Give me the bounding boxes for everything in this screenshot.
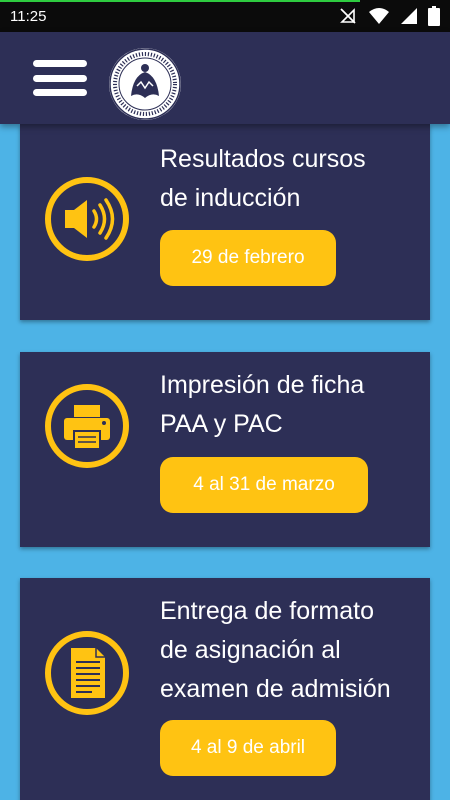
signal-off-icon: [338, 6, 358, 26]
battery-icon: [428, 6, 440, 26]
card-title: Entrega de formato de asignación al exam…: [160, 597, 391, 703]
status-icons: [338, 6, 440, 26]
date-button[interactable]: 29 de febrero: [160, 230, 336, 286]
card-title: Resultados cursos de inducción: [160, 145, 366, 212]
app-bar: [0, 32, 450, 124]
status-progress-line: [0, 0, 360, 2]
date-button[interactable]: 4 al 31 de marzo: [160, 457, 368, 513]
university-seal-logo: [107, 46, 183, 122]
date-button[interactable]: 4 al 9 de abril: [160, 720, 336, 776]
wifi-icon: [368, 7, 390, 25]
hamburger-menu-icon[interactable]: [33, 60, 87, 96]
speaker-icon: [42, 174, 132, 264]
card-resultados[interactable]: Resultados cursos de inducción 29 de feb…: [20, 124, 430, 320]
document-icon: [42, 628, 132, 718]
card-entrega[interactable]: Entrega de formato de asignación al exam…: [20, 578, 430, 800]
printer-icon: [42, 381, 132, 471]
schedule-list: Resultados cursos de inducción 29 de feb…: [0, 124, 450, 800]
card-title: Impresión de ficha PAA y PAC: [160, 371, 365, 438]
cellular-icon: [400, 7, 418, 25]
status-time: 11:25: [10, 7, 47, 25]
status-bar: 11:25: [0, 0, 450, 32]
card-impresion[interactable]: Impresión de ficha PAA y PAC 4 al 31 de …: [20, 352, 430, 547]
